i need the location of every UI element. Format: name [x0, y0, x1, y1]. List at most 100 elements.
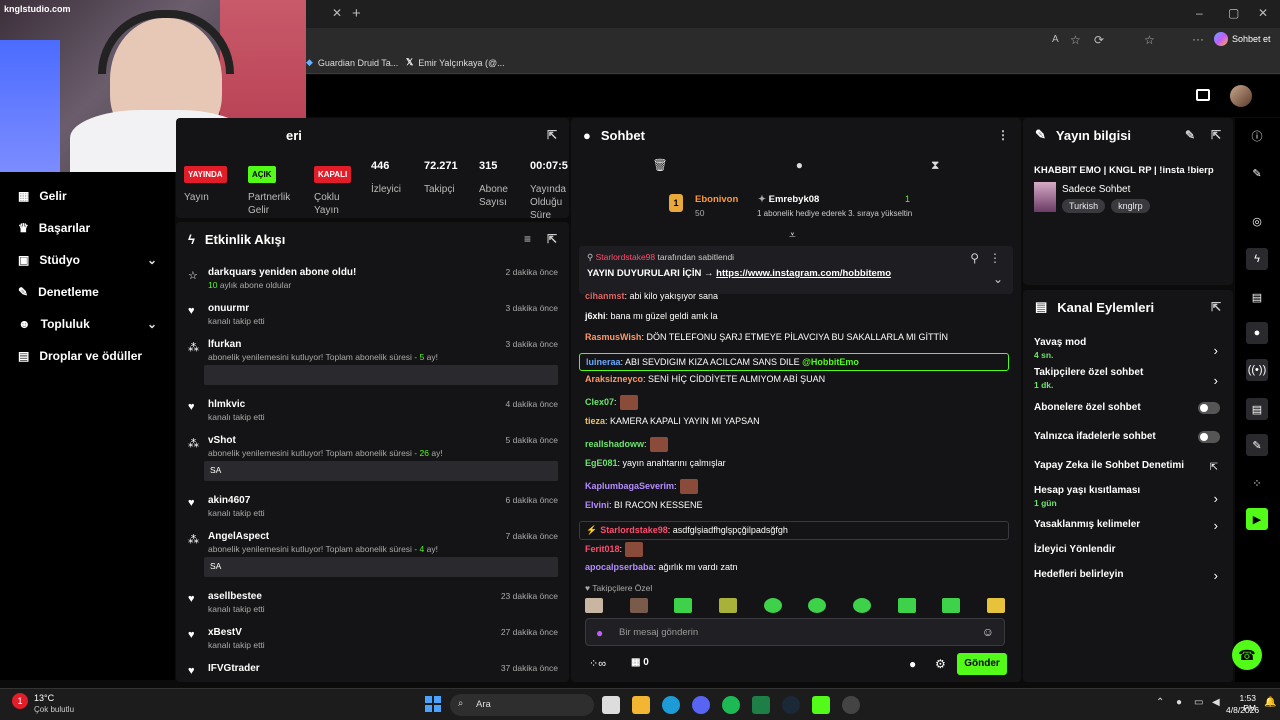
- taskbar-search[interactable]: ⌕ Ara: [450, 694, 594, 716]
- people-icon[interactable]: ⁘: [1246, 472, 1268, 494]
- volume-icon[interactable]: ◀: [1212, 697, 1220, 708]
- task-view-icon[interactable]: [602, 696, 620, 714]
- chat-mention[interactable]: @HobbitEmo: [802, 357, 859, 367]
- popout-icon[interactable]: ⇱: [1211, 300, 1221, 314]
- favorites-bar-icon[interactable]: ☆: [1144, 33, 1155, 47]
- sidebar-item-topluluk[interactable]: ☻ Topluluk ⌄: [0, 308, 175, 340]
- kick-icon[interactable]: [812, 696, 830, 714]
- tag-chip[interactable]: knglrp: [1111, 199, 1150, 213]
- copilot-button[interactable]: Sohbet et: [1214, 32, 1271, 46]
- channel-action-item[interactable]: Hedefleri belirleyin ›: [1034, 568, 1224, 583]
- activity-user[interactable]: darkquars yeniden abone oldu!: [208, 267, 356, 278]
- chat-username[interactable]: Clex07: [585, 397, 614, 407]
- chat-username[interactable]: apocalpserbaba: [585, 562, 654, 572]
- chat-username[interactable]: EgE081: [585, 458, 618, 468]
- actions-icon[interactable]: ▤: [1246, 398, 1268, 420]
- emote-icon[interactable]: [674, 598, 693, 613]
- activity-user[interactable]: AngelAspect: [208, 531, 269, 542]
- emote-icon[interactable]: [942, 598, 961, 613]
- sidebar-item-denetleme[interactable]: ✎ Denetleme: [0, 276, 175, 308]
- clip-icon[interactable]: ▶: [1246, 508, 1268, 530]
- users-icon[interactable]: ⁘∞: [589, 657, 606, 670]
- more-options-icon[interactable]: ⋮: [989, 251, 1001, 265]
- channel-action-item[interactable]: İzleyici Yönlendir: [1034, 544, 1224, 555]
- obs-icon[interactable]: [842, 696, 860, 714]
- minimize-icon[interactable]: –: [1196, 6, 1203, 20]
- chat-icon[interactable]: ●: [1246, 322, 1268, 344]
- collapse-icon[interactable]: ⩡: [789, 228, 796, 243]
- mic-icon[interactable]: ●: [1176, 697, 1182, 708]
- hourglass-icon[interactable]: ⧗: [931, 158, 939, 180]
- message-input[interactable]: ● Bir mesaj gönderin ☺: [585, 618, 1005, 646]
- more-options-icon[interactable]: ⋮: [997, 128, 1009, 142]
- emote-icon[interactable]: [763, 598, 782, 613]
- emote-icon[interactable]: [629, 598, 648, 613]
- spotify-icon[interactable]: [722, 696, 740, 714]
- favorite-icon[interactable]: ☆: [1070, 33, 1081, 47]
- more-icon[interactable]: ···: [1192, 32, 1204, 46]
- close-tab-icon[interactable]: ✕: [332, 6, 342, 20]
- activity-user[interactable]: hlmkvic: [208, 399, 245, 410]
- pinned-link[interactable]: https://www.instagram.com/hobbitemo: [716, 268, 891, 279]
- activity-user[interactable]: vShot: [208, 435, 236, 446]
- excel-icon[interactable]: [752, 696, 770, 714]
- channel-action-item[interactable]: Hesap yaşı kısıtlaması 1 gün ›: [1034, 485, 1224, 508]
- chat-username[interactable]: tieza: [585, 416, 605, 426]
- avatar[interactable]: [1230, 85, 1252, 107]
- new-tab-icon[interactable]: +: [352, 5, 361, 22]
- window-close-icon[interactable]: ✕: [1258, 6, 1268, 20]
- chevron-up-icon[interactable]: ⌃: [1156, 697, 1164, 708]
- chat-username[interactable]: Elvini: [585, 500, 609, 510]
- emoji-icon[interactable]: ☺: [982, 625, 994, 639]
- chat-username[interactable]: Starlordstake98: [600, 525, 668, 535]
- camera-icon[interactable]: [1196, 89, 1210, 101]
- emote-icon[interactable]: [986, 598, 1005, 613]
- info-icon[interactable]: ⓘ: [1246, 125, 1268, 147]
- edit-icon[interactable]: ✎: [1246, 162, 1268, 184]
- channel-action-item[interactable]: Abonelere özel sohbet: [1034, 402, 1224, 414]
- chat-username[interactable]: reallshadoww: [585, 439, 644, 449]
- emote-icon[interactable]: [852, 598, 871, 613]
- chat-username[interactable]: j6xhi: [585, 311, 606, 321]
- chat-username[interactable]: cihanmst: [585, 291, 625, 301]
- steam-icon[interactable]: [782, 696, 800, 714]
- trash-icon[interactable]: 🗑: [653, 158, 668, 180]
- chat-username[interactable]: luineraa: [586, 357, 621, 367]
- channel-action-item[interactable]: Yavaş mod 4 sn. ›: [1034, 337, 1224, 360]
- chevron-down-icon[interactable]: ⌄: [993, 272, 1003, 286]
- read-aloud-icon[interactable]: A: [1052, 34, 1059, 45]
- sidebar-item-gelir[interactable]: ▦ Gelir: [0, 180, 175, 212]
- chat-bubble-icon[interactable]: ●: [909, 657, 916, 671]
- wrench-icon[interactable]: ✎: [1246, 434, 1268, 456]
- mic-icon[interactable]: ●: [596, 626, 603, 640]
- camera-icon[interactable]: ◎: [1246, 210, 1268, 232]
- chat-username[interactable]: Araksizneyco: [585, 374, 643, 384]
- activity-user[interactable]: asellbestee: [208, 591, 262, 602]
- maximize-icon[interactable]: ▢: [1228, 6, 1239, 20]
- activity-user[interactable]: akin4607: [208, 495, 250, 506]
- channel-action-item[interactable]: Takipçilere özel sohbet 1 dk. ›: [1034, 367, 1224, 390]
- channel-action-item[interactable]: Yasaklanmış kelimeler ›: [1034, 518, 1224, 533]
- broadcast-icon[interactable]: ((•)): [1246, 359, 1268, 381]
- file-explorer-icon[interactable]: [632, 696, 650, 714]
- points-display[interactable]: ▦ 0: [631, 657, 649, 668]
- edit-icon[interactable]: ✎: [1185, 128, 1195, 142]
- toggle-switch[interactable]: [1198, 402, 1220, 414]
- notification-icon[interactable]: 🔔: [1264, 697, 1276, 708]
- filter-icon[interactable]: ≡: [524, 232, 531, 246]
- unpin-icon[interactable]: ⚲: [970, 251, 979, 265]
- discord-icon[interactable]: [692, 696, 710, 714]
- leader-name[interactable]: Ebonivon: [695, 194, 738, 205]
- channel-action-item[interactable]: Yalnızca ifadelerle sohbet: [1034, 431, 1224, 443]
- tag-chip[interactable]: Turkish: [1062, 199, 1106, 213]
- chat-username[interactable]: Ferit018: [585, 544, 620, 554]
- send-button[interactable]: Gönder: [957, 653, 1007, 675]
- extension-icon[interactable]: ⟳: [1094, 33, 1104, 47]
- bookmark-item[interactable]: 𝕏 Emir Yalçınkaya (@...: [406, 57, 505, 68]
- activity-user[interactable]: xBestV: [208, 627, 242, 638]
- support-icon[interactable]: ☎: [1232, 640, 1262, 670]
- emote-icon[interactable]: [897, 598, 916, 613]
- popout-icon[interactable]: ⇱: [547, 128, 557, 142]
- emote-icon[interactable]: [718, 598, 737, 613]
- bolt-icon[interactable]: ϟ: [1246, 248, 1268, 270]
